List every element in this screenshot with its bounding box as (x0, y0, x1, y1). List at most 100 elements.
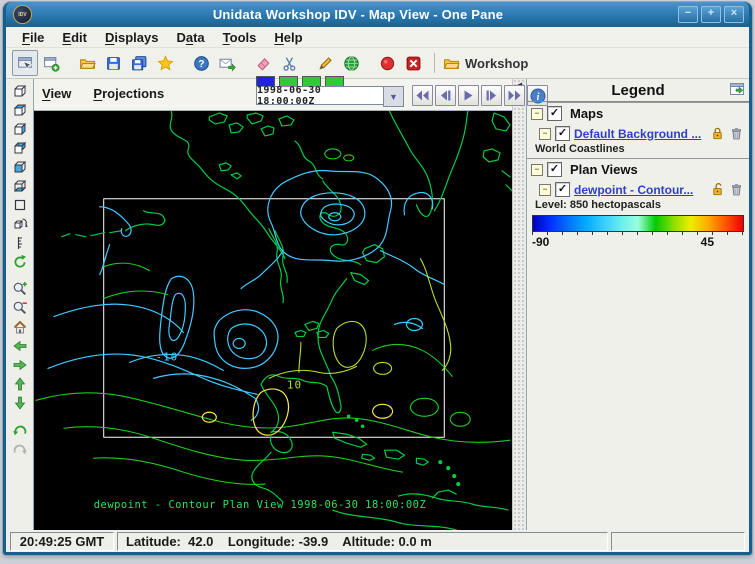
record-button[interactable] (374, 50, 400, 76)
menu-edit[interactable]: Edit (54, 29, 95, 46)
float-legend-button[interactable] (729, 82, 746, 97)
view-perspective-button[interactable] (10, 81, 30, 100)
exit-button[interactable] (400, 50, 426, 76)
pan-up-button[interactable] (10, 374, 30, 393)
play-button[interactable] (458, 85, 479, 106)
legend-title: Legend (611, 81, 665, 99)
title-bar[interactable]: IDV Unidata Workshop IDV - Map View - On… (6, 2, 749, 27)
view-corner-button[interactable] (10, 138, 30, 157)
default-background-checkbox[interactable]: ✓ (555, 126, 570, 141)
dashboard-icon (17, 56, 33, 70)
zoom-in-button[interactable] (10, 279, 30, 298)
dewpoint-contour-link[interactable]: dewpoint - Contour... (574, 183, 706, 197)
go-to-end-button[interactable] (504, 85, 525, 106)
open-file-button[interactable] (74, 50, 100, 76)
view-top-button[interactable] (10, 100, 30, 119)
support-request-button[interactable] (214, 50, 240, 76)
cube-bottom-icon (13, 180, 26, 191)
contours-cyan (47, 169, 445, 421)
menu-file[interactable]: File (14, 29, 52, 46)
pan-down-button[interactable] (10, 393, 30, 412)
auto-rotate-button[interactable] (10, 252, 30, 271)
show-dashboard-button[interactable] (12, 50, 38, 76)
collapse-dewpoint-button[interactable]: − (539, 183, 551, 196)
plan-views-visibility-checkbox[interactable]: ✓ (547, 162, 562, 177)
home-view-button[interactable] (10, 317, 30, 336)
favorites-button[interactable] (152, 50, 178, 76)
dewpoint-colorbar[interactable] (532, 215, 744, 232)
map-caption: dewpoint - Contour Plan View 1998-06-30 … (94, 499, 426, 511)
time-value[interactable]: 1998-06-30 18:00:00Z (256, 85, 383, 107)
reset-projection-button[interactable] (10, 195, 30, 214)
menu-tools[interactable]: Tools (215, 29, 265, 46)
map-display-area[interactable]: -10 10 dewpoint - Contour Plan View 1998… (34, 111, 512, 530)
workshop-group[interactable]: Workshop (443, 55, 528, 72)
close-button[interactable]: × (724, 6, 744, 23)
home-icon (13, 320, 26, 333)
idv-map-view-window: IDV Unidata Workshop IDV - Map View - On… (3, 2, 752, 555)
collapse-maps-button[interactable]: − (531, 107, 543, 120)
maps-visibility-checkbox[interactable]: ✓ (547, 106, 562, 121)
colorbar-min-label: -90 (532, 235, 550, 249)
trash-icon[interactable] (729, 182, 744, 197)
collapse-plan-views-button[interactable]: − (531, 163, 543, 176)
level-label: Level: 850 hectopascals (535, 199, 661, 211)
step-forward-button[interactable] (481, 85, 502, 106)
rotate-green-icon (14, 254, 26, 268)
cube-top-icon (13, 104, 26, 115)
time-selector[interactable]: 1998-06-30 18:00:00Z ▼ (256, 85, 404, 107)
clock-display: 20:49:25 GMT (10, 531, 114, 551)
legend-group-plan-views: − ✓ Plan Views (527, 158, 749, 179)
view-toolbar (6, 79, 34, 530)
collapse-item-button[interactable]: − (539, 127, 551, 140)
svg-text:?: ? (198, 59, 204, 70)
dewpoint-visibility-checkbox[interactable]: ✓ (555, 182, 570, 197)
arrow-left-icon (12, 340, 26, 351)
remove-displays-button[interactable] (250, 50, 276, 76)
view-bottom-button[interactable] (10, 176, 30, 195)
scissors-icon (282, 56, 295, 71)
lock-closed-icon[interactable] (710, 126, 725, 141)
world-coastlines-label: World Coastlines (535, 143, 625, 155)
edit-button[interactable] (312, 50, 338, 76)
trash-icon[interactable] (729, 126, 744, 141)
view-side-button[interactable] (10, 119, 30, 138)
step-forward-icon (486, 90, 496, 101)
status-bar: 20:49:25 GMT Latitude: 42.0 Longitude: -… (6, 530, 749, 552)
pan-left-button[interactable] (10, 336, 30, 355)
time-dropdown-button[interactable]: ▼ (383, 86, 404, 107)
undo-button[interactable] (10, 420, 30, 439)
menu-data[interactable]: Data (168, 29, 212, 46)
rotate-view-button[interactable] (10, 214, 30, 233)
step-back-icon (441, 90, 451, 101)
view-front-button[interactable] (10, 157, 30, 176)
menu-bar: File Edit Displays Data Tools Help (6, 27, 749, 48)
menu-projections[interactable]: Projections (93, 86, 164, 101)
step-back-button[interactable] (435, 85, 456, 106)
save-button[interactable] (100, 50, 126, 76)
split-pane-divider[interactable]: ◀ ▶ (512, 79, 526, 530)
pan-right-button[interactable] (10, 355, 30, 374)
eraser-icon (256, 57, 270, 71)
globe-button[interactable] (338, 50, 364, 76)
menu-help[interactable]: Help (266, 29, 310, 46)
zoom-out-button[interactable] (10, 298, 30, 317)
new-window-button[interactable] (38, 50, 64, 76)
menu-view[interactable]: View (42, 86, 71, 101)
map-canvas[interactable]: -10 10 dewpoint - Contour Plan View 1998… (34, 111, 512, 530)
go-to-start-button[interactable] (412, 85, 433, 106)
status-extra-box (611, 531, 745, 551)
default-background-link[interactable]: Default Background ... (574, 127, 706, 141)
chevron-down-icon: ▼ (389, 91, 398, 102)
star-icon (156, 54, 174, 71)
maximize-button[interactable]: + (701, 6, 721, 23)
contours-yellow-green (268, 258, 452, 379)
minimize-button[interactable]: − (678, 6, 698, 23)
cut-button[interactable] (276, 50, 302, 76)
save-all-button[interactable] (126, 50, 152, 76)
lock-open-icon[interactable] (710, 182, 725, 197)
menu-displays[interactable]: Displays (97, 29, 166, 46)
help-button[interactable]: ? (188, 50, 214, 76)
vertical-scale-button[interactable] (10, 233, 30, 252)
redo-button[interactable] (10, 439, 30, 458)
